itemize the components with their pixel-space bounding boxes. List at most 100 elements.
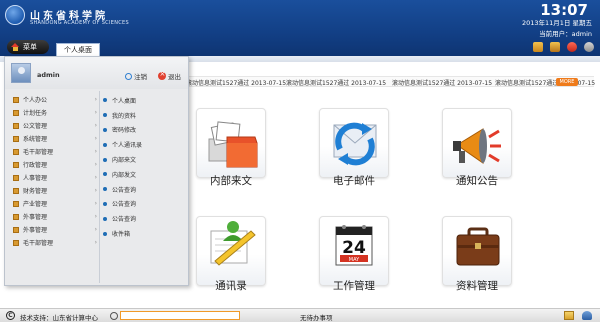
module-icon [13,200,19,207]
tile-work-management[interactable]: 24 MAY [319,216,389,286]
bullet-icon [103,113,107,118]
quit-button[interactable]: 退出 [158,70,181,81]
menu-item[interactable]: 个人办公 › [11,93,99,106]
menu-item[interactable]: 公文管理 › [11,119,99,132]
submenu-item[interactable]: 公告查询 [101,211,181,226]
module-icon [13,239,19,246]
bullet-icon [103,157,107,162]
tile-internal-doc[interactable] [196,108,266,178]
logout-button[interactable]: 注销 [125,71,147,81]
bullet-icon [103,216,107,221]
menu-item[interactable]: 毛干部管理 › [11,236,99,249]
bullet-icon [103,142,107,147]
calendar-month: MAY [349,257,360,263]
menu-item[interactable]: 外事管理 › [11,223,99,236]
submenu-item[interactable]: 内部发文 [101,167,181,182]
menu-item-label: 人事管理 [23,175,48,182]
users-icon[interactable] [533,42,543,52]
ticker-item[interactable]: 滚动信息测试1527通过 2013-07-15 [286,78,386,87]
user-icon[interactable] [582,311,592,320]
submenu-item[interactable]: 我的资料 [101,108,181,123]
submenu-item-label: 个人桌面 [112,97,137,105]
news-ticker: 滚动信息测试1527通过 2013-07-15 滚动信息测试1527通过 201… [180,76,595,87]
gear-icon[interactable] [584,42,594,52]
quit-label: 退出 [168,73,181,81]
submenu-item[interactable]: 密码修改 [101,123,181,138]
pending-tasks-text[interactable]: 无待办事项 [300,312,333,322]
menu-item[interactable]: 行政管理 › [11,158,99,171]
menu-item-label: 系统管理 [23,136,48,143]
panel-divider [99,91,100,283]
menu-item-label: 外事管理 [23,227,48,234]
menu-item-label: 产业管理 [23,201,48,208]
tile-contacts[interactable] [196,216,266,286]
submenu-item[interactable]: 收件箱 [101,226,181,241]
logout-icon [125,72,132,80]
start-menu-panel: admin 注销 退出 个人办公 › 计划任务 › 公文管理 › 系统管理 › 毛干部管… [4,56,189,286]
logo-subtitle: SHANDONG ACADEMY OF SCIENCES [30,20,129,26]
menu-item-label: 外事管理 [23,214,48,221]
panel-username: admin [37,71,60,79]
submenu-item[interactable]: 内部来文 [101,152,181,167]
module-icon [13,226,19,233]
tile-notice[interactable] [442,108,512,178]
ticker-item[interactable]: 滚动信息测试1527通过 2013-07-15 [495,78,595,87]
module-icon [13,187,19,194]
module-icon [13,148,19,155]
mail-icon[interactable] [564,311,574,320]
app-header: 山东省科学院 SHANDONG ACADEMY OF SCIENCES 13:0… [0,0,600,56]
search-icon[interactable] [110,312,118,320]
more-button[interactable]: MORE [556,78,578,86]
module-icon [13,109,19,116]
chevron-right-icon: › [94,239,97,246]
submenu-item-label: 密码修改 [112,127,137,135]
submenu-item-label: 个人通讯录 [112,142,143,150]
module-icon [13,213,19,220]
submenu-item-label: 公告查询 [112,201,137,209]
chevron-right-icon: › [94,200,97,207]
submenu-item[interactable]: 公告查询 [101,182,181,197]
tile-contacts-label: 通讯录 [215,280,247,292]
menu-item[interactable]: 外事管理 › [11,210,99,223]
menu-item-label: 财务管理 [23,188,48,195]
tab-personal-desktop[interactable]: 个人桌面 [56,43,100,56]
academy-logo-icon [5,5,25,25]
chevron-right-icon: › [94,109,97,116]
menu-item-label: 个人办公 [23,97,48,104]
search-input[interactable] [120,311,240,320]
tile-email[interactable] [319,108,389,178]
menu-item[interactable]: 计划任务 › [11,106,99,119]
module-icon [13,96,19,103]
submenu-item-label: 内部发文 [112,171,137,179]
submenu-item[interactable]: 公告查询 [101,197,181,212]
menu-item[interactable]: 产业管理 › [11,197,99,210]
tile-internal-doc-label: 内部来文 [210,175,252,187]
submenu-item-label: 收件箱 [112,231,131,239]
logout-label: 注销 [134,73,147,81]
submenu-item-label: 公告查询 [112,216,137,224]
menu-button[interactable]: 菜单 [7,40,49,54]
submenu-item[interactable]: 个人桌面 [101,93,181,108]
chevron-right-icon: › [94,174,97,181]
submenu: 个人桌面 我的资料 密码修改 个人通讯录 内部来文 内部发文 公告查询 公告查询… [101,93,181,241]
tile-work-management-label: 工作管理 [333,280,375,292]
submenu-item-label: 公告查询 [112,186,137,194]
tile-email-label: 电子邮件 [333,175,375,187]
current-user: 当前用户：admin [539,30,592,38]
email-envelope-icon [333,122,377,166]
header-toolbar [533,42,594,52]
submenu-item[interactable]: 个人通讯录 [101,137,181,152]
ticker-item[interactable]: 滚动信息测试1527通过 2013-07-15 [392,78,492,87]
home-icon [11,42,20,52]
user-settings-icon[interactable] [550,42,560,52]
menu-item[interactable]: 毛干部管理 › [11,145,99,158]
tile-data-management[interactable] [442,216,512,286]
menu-item[interactable]: 财务管理 › [11,184,99,197]
security-shield-icon[interactable] [567,42,577,52]
menu-item-label: 行政管理 [23,162,48,169]
bullet-icon [103,127,107,132]
menu-item[interactable]: 人事管理 › [11,171,99,184]
ticker-item[interactable]: 滚动信息测试1527通过 2013-07-15 [186,78,286,87]
panel-user-header: admin 注销 退出 [5,57,188,89]
menu-item[interactable]: 系统管理 › [11,132,99,145]
